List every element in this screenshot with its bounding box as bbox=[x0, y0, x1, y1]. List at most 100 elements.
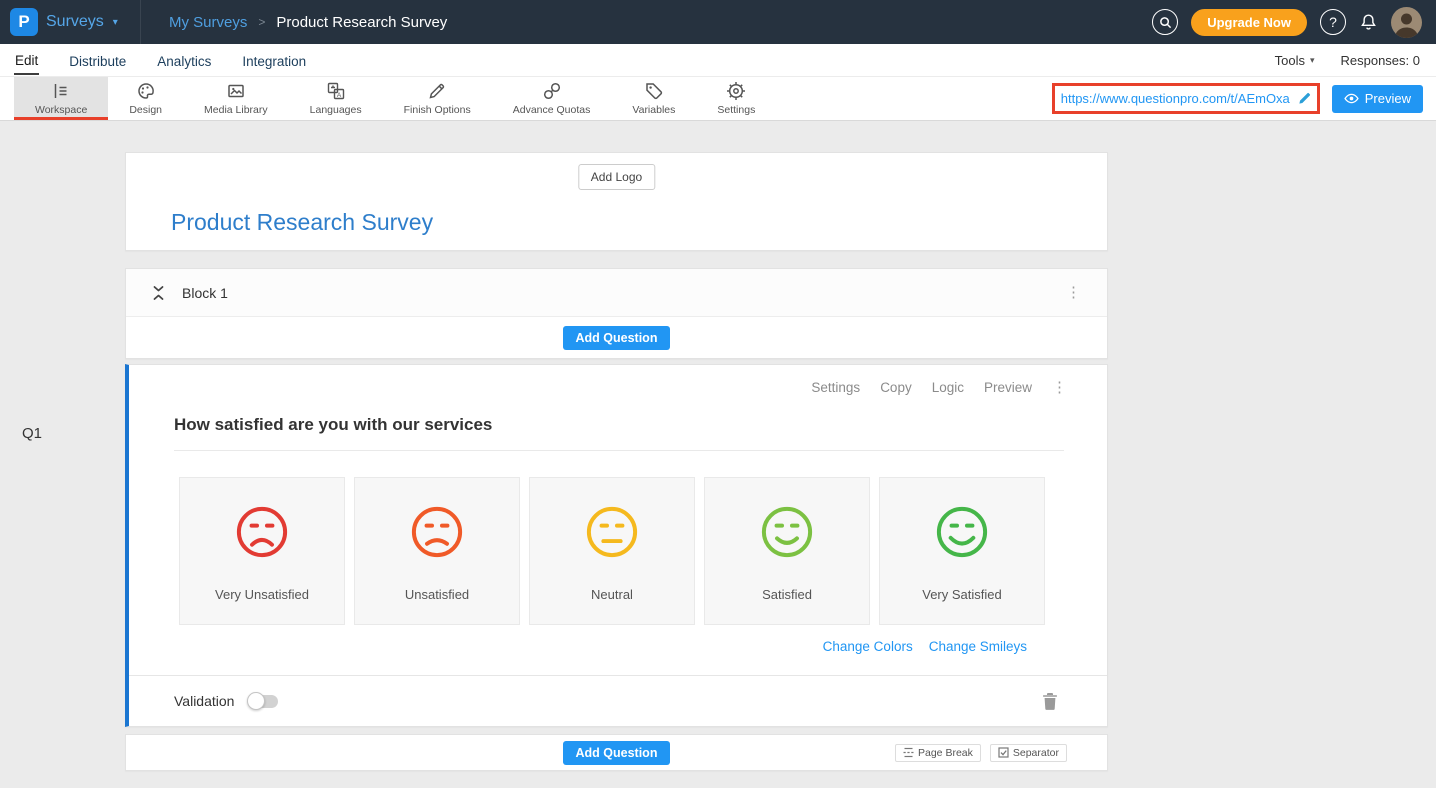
variables-icon bbox=[644, 81, 664, 101]
add-logo-button[interactable]: Add Logo bbox=[578, 164, 655, 190]
toolbar-item-finish-options[interactable]: Finish Options bbox=[383, 77, 492, 120]
logo-letter: P bbox=[18, 12, 29, 32]
question-card: Settings Copy Logic Preview ⋮ How satisf… bbox=[125, 364, 1108, 727]
toolbar-item-languages[interactable]: A Languages bbox=[289, 77, 383, 120]
survey-toolbar: Workspace Design Media Library A Languag… bbox=[0, 77, 1436, 121]
breadcrumb-my-surveys[interactable]: My Surveys bbox=[169, 14, 247, 31]
tab-analytics[interactable]: Analytics bbox=[156, 47, 212, 74]
kebab-icon: ⋮ bbox=[1052, 379, 1067, 396]
question-action-logic[interactable]: Logic bbox=[932, 380, 964, 395]
toggle-knob bbox=[247, 692, 265, 710]
question-action-copy[interactable]: Copy bbox=[880, 380, 912, 395]
chevron-down-icon: ▾ bbox=[1310, 55, 1315, 66]
survey-url-box bbox=[1052, 83, 1320, 114]
smiley-option-label: Very Unsatisfied bbox=[215, 587, 309, 602]
question-links: Change Colors Change Smileys bbox=[129, 639, 1027, 654]
edit-nav: Edit Distribute Analytics Integration To… bbox=[0, 44, 1436, 77]
bell-icon bbox=[1359, 12, 1378, 32]
toolbar-item-variables[interactable]: Variables bbox=[611, 77, 696, 120]
change-colors-link[interactable]: Change Colors bbox=[823, 639, 913, 654]
search-button[interactable] bbox=[1152, 9, 1178, 35]
collapse-block-button[interactable] bbox=[152, 285, 165, 301]
smiley-icon bbox=[933, 503, 991, 561]
delete-question-button[interactable] bbox=[1043, 693, 1057, 710]
tools-menu-button[interactable]: Tools ▾ bbox=[1275, 53, 1315, 68]
block-card: Block 1 ⋮ Add Question bbox=[125, 268, 1108, 359]
toolbar-item-label: Design bbox=[129, 104, 162, 116]
smiley-icon bbox=[583, 503, 641, 561]
avatar-photo bbox=[1391, 7, 1422, 38]
smiley-option-label: Neutral bbox=[591, 587, 633, 602]
nav-right: Tools ▾ Responses: 0 bbox=[1275, 53, 1420, 68]
tools-label: Tools bbox=[1275, 53, 1305, 68]
edit-url-button[interactable] bbox=[1298, 92, 1311, 105]
smiley-icon bbox=[408, 503, 466, 561]
help-button[interactable]: ? bbox=[1320, 9, 1346, 35]
block-menu-button[interactable]: ⋮ bbox=[1066, 285, 1081, 300]
question-title[interactable]: How satisfied are you with our services bbox=[174, 415, 1064, 435]
kebab-icon: ⋮ bbox=[1066, 284, 1081, 301]
collapse-icon bbox=[152, 285, 165, 301]
tab-integration[interactable]: Integration bbox=[241, 47, 307, 74]
add-question-button-bottom[interactable]: Add Question bbox=[563, 741, 671, 765]
question-action-preview[interactable]: Preview bbox=[984, 380, 1032, 395]
help-icon: ? bbox=[1329, 14, 1337, 30]
smiley-option-very-satisfied[interactable]: Very Satisfied bbox=[879, 477, 1045, 625]
design-icon bbox=[136, 81, 156, 101]
toolbar-item-label: Workspace bbox=[35, 104, 87, 116]
add-question-row-top: Add Question bbox=[126, 317, 1107, 358]
chevron-down-icon: ▾ bbox=[113, 17, 118, 28]
toolbar-item-design[interactable]: Design bbox=[108, 77, 183, 120]
upgrade-now-button[interactable]: Upgrade Now bbox=[1191, 9, 1307, 36]
smiley-icon bbox=[758, 503, 816, 561]
add-question-footer: Add Question Page Break Separator bbox=[125, 734, 1108, 771]
toolbar-item-label: Advance Quotas bbox=[513, 104, 591, 116]
settings-gear-icon bbox=[726, 81, 746, 101]
pencil-icon bbox=[1298, 92, 1311, 105]
toolbar-item-label: Variables bbox=[632, 104, 675, 116]
preview-button[interactable]: Preview bbox=[1332, 85, 1423, 113]
eye-icon bbox=[1344, 93, 1359, 104]
smiley-option-unsatisfied[interactable]: Unsatisfied bbox=[354, 477, 520, 625]
survey-title[interactable]: Product Research Survey bbox=[171, 209, 433, 236]
notifications-button[interactable] bbox=[1359, 12, 1378, 32]
page-break-button[interactable]: Page Break bbox=[895, 744, 981, 762]
question-title-wrap: How satisfied are you with our services bbox=[174, 415, 1064, 451]
toolbar-item-media-library[interactable]: Media Library bbox=[183, 77, 289, 120]
survey-url-input[interactable] bbox=[1061, 91, 1294, 106]
tab-distribute[interactable]: Distribute bbox=[68, 47, 127, 74]
advance-quotas-icon bbox=[542, 81, 562, 101]
toolbar-right: Preview bbox=[1052, 77, 1436, 120]
toolbar-item-workspace[interactable]: Workspace bbox=[14, 77, 108, 120]
question-action-settings[interactable]: Settings bbox=[811, 380, 860, 395]
question-menu-button[interactable]: ⋮ bbox=[1052, 380, 1067, 395]
smiley-option-label: Unsatisfied bbox=[405, 587, 469, 602]
toolbar-item-advance-quotas[interactable]: Advance Quotas bbox=[492, 77, 612, 120]
smiley-option-very-unsatisfied[interactable]: Very Unsatisfied bbox=[179, 477, 345, 625]
block-header: Block 1 ⋮ bbox=[126, 269, 1107, 317]
user-avatar[interactable] bbox=[1391, 7, 1422, 38]
page-break-label: Page Break bbox=[918, 747, 973, 759]
add-question-button-top[interactable]: Add Question bbox=[563, 326, 671, 350]
smiley-option-satisfied[interactable]: Satisfied bbox=[704, 477, 870, 625]
svg-text:A: A bbox=[336, 92, 341, 99]
search-icon bbox=[1159, 16, 1172, 29]
media-library-icon bbox=[226, 81, 246, 101]
workspace-icon bbox=[51, 81, 71, 101]
smiley-option-label: Very Satisfied bbox=[922, 587, 1002, 602]
validation-toggle[interactable] bbox=[248, 695, 278, 708]
annotation-highlight bbox=[14, 117, 108, 121]
validation-row: Validation bbox=[129, 675, 1107, 726]
finish-options-icon bbox=[427, 81, 447, 101]
smiley-option-neutral[interactable]: Neutral bbox=[529, 477, 695, 625]
app-switcher[interactable]: P Surveys ▾ bbox=[0, 0, 141, 44]
separator-button[interactable]: Separator bbox=[990, 744, 1067, 762]
change-smileys-link[interactable]: Change Smileys bbox=[929, 639, 1027, 654]
toolbar-item-label: Languages bbox=[310, 104, 362, 116]
toolbar-item-settings[interactable]: Settings bbox=[696, 77, 776, 120]
trash-icon bbox=[1043, 693, 1057, 710]
tab-edit[interactable]: Edit bbox=[14, 46, 39, 75]
topbar: P Surveys ▾ My Surveys > Product Researc… bbox=[0, 0, 1436, 44]
footer-chips: Page Break Separator bbox=[895, 744, 1067, 762]
checkbox-icon bbox=[998, 747, 1009, 758]
